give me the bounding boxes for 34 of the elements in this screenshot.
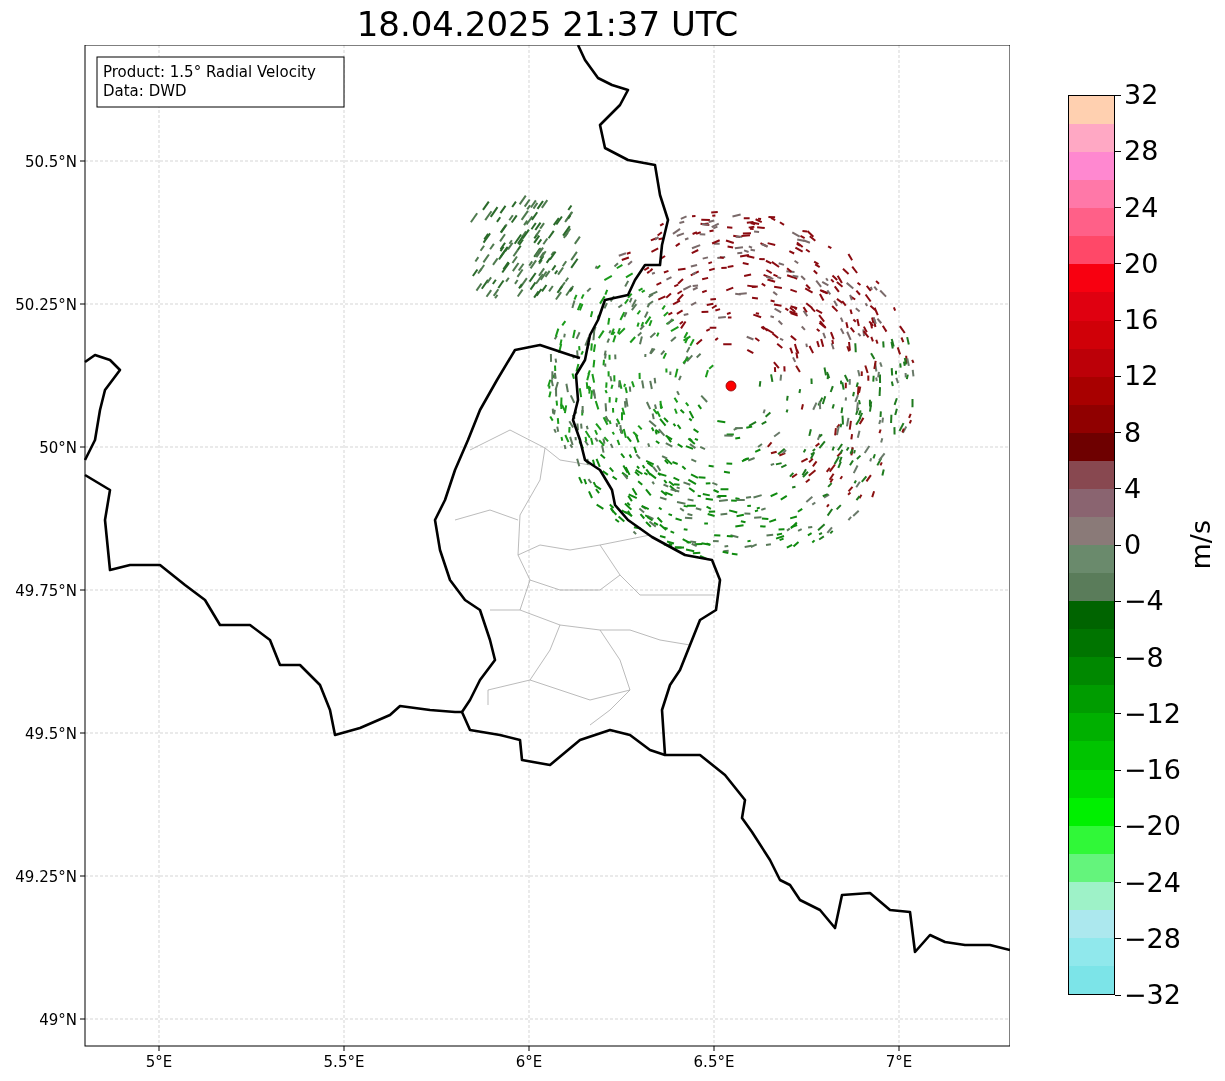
colorbar-tick-label: 12 xyxy=(1124,361,1159,392)
longitude-label: 5°E xyxy=(145,1053,173,1071)
latitude-label: 50°N xyxy=(39,439,77,457)
colorbar-tick-label: −16 xyxy=(1124,755,1181,785)
colorbar-tick-label: −4 xyxy=(1124,586,1164,617)
latitude-label: 50.25°N xyxy=(15,296,77,314)
longitude-label: 6°E xyxy=(515,1053,543,1071)
colorbar-tick-label: 32 xyxy=(1124,80,1159,110)
info-text: Product: 1.5° Radial Velocity xyxy=(103,63,316,81)
colorbar-tick-label: 0 xyxy=(1124,530,1142,560)
radar-site-marker xyxy=(725,380,737,392)
latitude-label: 49.75°N xyxy=(15,582,77,600)
colorbar-tick-label: 20 xyxy=(1124,248,1159,279)
colorbar-tick-label: 16 xyxy=(1124,305,1159,335)
colorbar-tick-label: 28 xyxy=(1124,136,1159,167)
latitude-label: 49°N xyxy=(39,1011,77,1029)
colorbar-tick-label: 4 xyxy=(1124,473,1142,504)
colorbar-unit-label: m/s xyxy=(1185,520,1216,570)
colorbar-tick-label: 24 xyxy=(1124,192,1159,223)
colorbar-tick-label: −12 xyxy=(1124,698,1181,729)
latitude-label: 49.25°N xyxy=(15,868,77,886)
longitude-label: 6.5°E xyxy=(693,1053,735,1071)
info-text: Data: DWD xyxy=(103,82,187,100)
colorbar-tick-label: 8 xyxy=(1124,417,1142,448)
colorbar-tick-label: −24 xyxy=(1124,867,1181,898)
latitude-label: 49.5°N xyxy=(24,725,77,743)
latitude-label: 50.5°N xyxy=(24,153,77,171)
chart-title: 18.04.2025 21:37 UTC xyxy=(355,3,740,45)
longitude-label: 7°E xyxy=(885,1053,913,1071)
colorbar-tick-label: −28 xyxy=(1124,923,1181,954)
colorbar-tick-label: −20 xyxy=(1124,811,1181,842)
longitude-label: 5.5°E xyxy=(323,1053,365,1071)
colorbar-tick-label: −8 xyxy=(1124,642,1164,673)
colorbar-tick-label: −32 xyxy=(1124,980,1181,1010)
